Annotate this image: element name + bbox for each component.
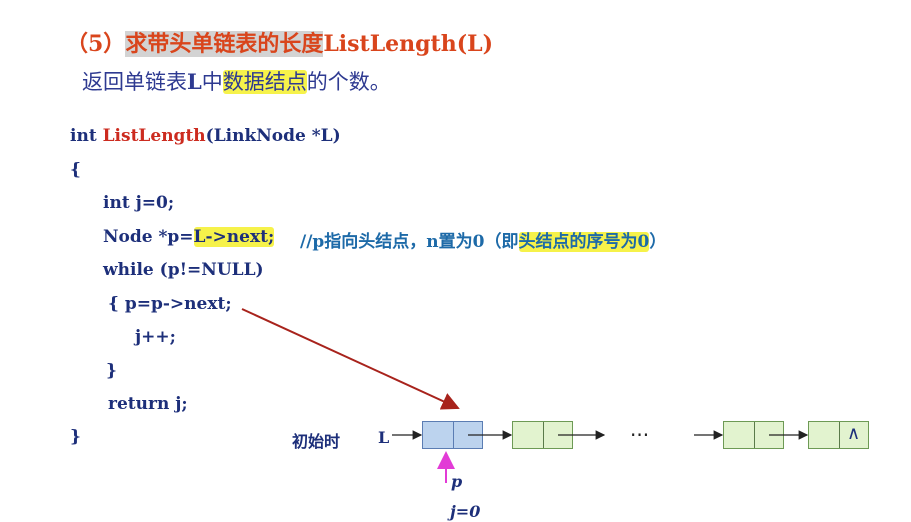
red-annotation-arrow xyxy=(241,308,460,410)
diagram-arrows xyxy=(241,308,809,483)
